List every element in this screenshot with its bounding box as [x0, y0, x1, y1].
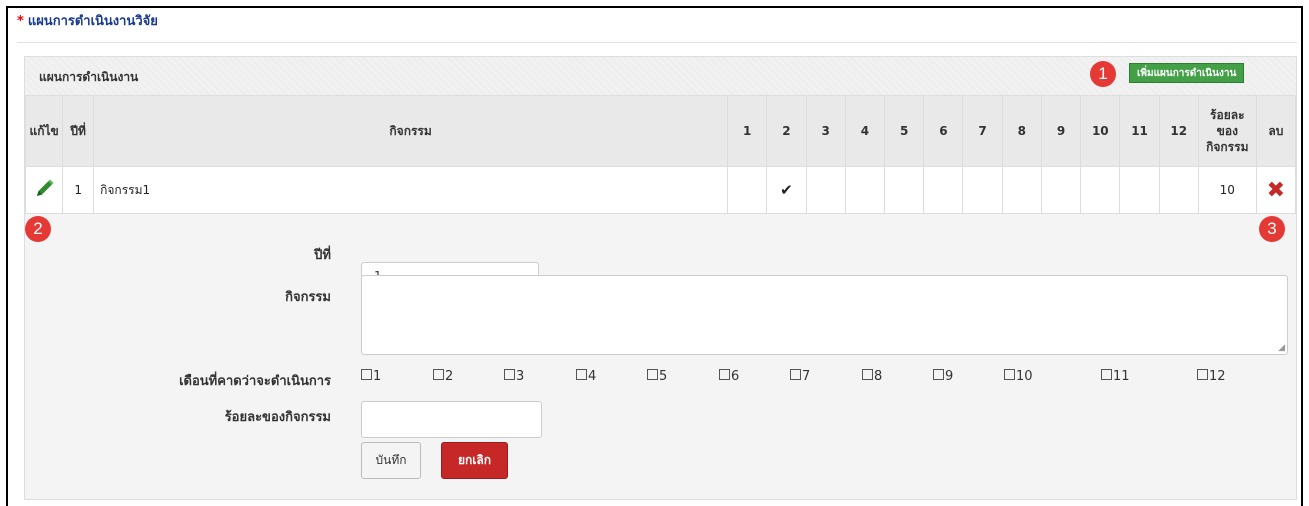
checkmark-icon: ✔	[780, 181, 793, 199]
month-checkbox-label: 11	[1113, 369, 1130, 384]
header-month-2: 2	[766, 95, 807, 167]
section-title-text: แผนการดำเนินงานวิจัย	[27, 14, 158, 29]
cell-month-9	[1040, 166, 1082, 214]
cell-month-8	[1001, 166, 1042, 214]
month-checkbox-label: 9	[945, 369, 954, 384]
header-percent-line2: ของ	[1216, 124, 1238, 138]
percent-input[interactable]	[361, 401, 542, 438]
cell-year: 1	[62, 166, 95, 214]
month-checkbox-6[interactable]: 6	[719, 369, 739, 384]
header-percent-line1: ร้อยละ	[1210, 108, 1245, 122]
header-month-12: 12	[1158, 95, 1199, 167]
plan-panel: แผนการดำเนินงาน เพิ่มแผนการดำเนินงาน แก้…	[24, 56, 1297, 500]
month-checkbox-2[interactable]: 2	[433, 369, 453, 384]
callout-marker-1: 1	[1090, 61, 1116, 87]
month-checkbox-label: 4	[588, 369, 597, 384]
header-delete: ลบ	[1255, 95, 1297, 167]
month-checkbox-label: 2	[445, 369, 454, 384]
checkbox-icon[interactable]	[433, 369, 444, 380]
header-month-9: 9	[1040, 95, 1082, 167]
resize-handle-icon[interactable]: ◢	[1278, 343, 1285, 353]
callout-marker-3: 3	[1259, 216, 1285, 242]
header-month-5: 5	[884, 95, 925, 167]
month-checkbox-9[interactable]: 9	[933, 369, 953, 384]
month-checkbox-5[interactable]: 5	[647, 369, 667, 384]
cell-percent: 10	[1197, 166, 1257, 214]
cell-activity: กิจกรรม1	[93, 166, 729, 214]
plan-table: แก้ไข ปีที่ กิจกรรม 1 2 3 4 5 6 7 8 9 10…	[24, 95, 1297, 214]
header-month-10: 10	[1080, 95, 1121, 167]
month-checkbox-11[interactable]: 11	[1101, 369, 1130, 384]
month-checkbox-label: 7	[802, 369, 811, 384]
checkbox-icon[interactable]	[790, 369, 801, 380]
header-month-8: 8	[1001, 95, 1042, 167]
header-month-4: 4	[844, 95, 886, 167]
cell-month-6	[923, 166, 964, 214]
title-divider	[17, 42, 1297, 43]
checkbox-icon[interactable]	[1101, 369, 1112, 380]
delete-cell[interactable]: ✖	[1255, 166, 1297, 214]
required-star: *	[17, 14, 24, 29]
year-label: ปีที่	[314, 248, 331, 263]
checkbox-icon[interactable]	[862, 369, 873, 380]
table-header-row: แก้ไข ปีที่ กิจกรรม 1 2 3 4 5 6 7 8 9 10…	[24, 95, 1297, 167]
cell-month-5	[884, 166, 925, 214]
month-checkbox-10[interactable]: 10	[1004, 369, 1033, 384]
checkbox-icon[interactable]	[719, 369, 730, 380]
cell-month-1	[727, 166, 768, 214]
cell-month-11	[1119, 166, 1160, 214]
checkbox-icon[interactable]	[933, 369, 944, 380]
header-month-7: 7	[962, 95, 1003, 167]
add-plan-button[interactable]: เพิ่มแผนการดำเนินงาน	[1129, 63, 1245, 83]
month-checkbox-7[interactable]: 7	[790, 369, 810, 384]
activity-label: กิจกรรม	[285, 290, 331, 305]
header-activity: กิจกรรม	[93, 95, 729, 167]
callout-marker-2: 2	[25, 216, 51, 242]
header-month-11: 11	[1119, 95, 1160, 167]
activity-textarea[interactable]: ◢	[361, 275, 1288, 355]
months-label: เดือนที่คาดว่าจะดำเนินการ	[179, 374, 331, 389]
cell-month-3	[805, 166, 846, 214]
table-row: 1 กิจกรรม1 ✔ 10 ✖	[24, 166, 1297, 214]
month-checkbox-label: 10	[1016, 369, 1033, 384]
month-checkbox-4[interactable]: 4	[576, 369, 596, 384]
month-checkbox-label: 6	[731, 369, 740, 384]
checkbox-icon[interactable]	[576, 369, 587, 380]
month-checkbox-label: 12	[1209, 369, 1226, 384]
edit-cell[interactable]	[24, 166, 64, 214]
month-checkbox-8[interactable]: 8	[862, 369, 882, 384]
pencil-icon[interactable]	[33, 178, 55, 203]
month-checkbox-label: 1	[373, 369, 382, 384]
month-checkbox-1[interactable]: 1	[361, 369, 381, 384]
save-button[interactable]: บันทึก	[361, 442, 421, 479]
checkbox-icon[interactable]	[647, 369, 658, 380]
section-title: * แผนการดำเนินงานวิจัย	[17, 10, 158, 31]
checkbox-icon[interactable]	[1197, 369, 1208, 380]
header-month-6: 6	[923, 95, 964, 167]
month-checkbox-3[interactable]: 3	[504, 369, 524, 384]
cell-month-12	[1158, 166, 1199, 214]
checkbox-icon[interactable]	[361, 369, 372, 380]
checkbox-icon[interactable]	[504, 369, 515, 380]
month-checkbox-label: 3	[516, 369, 525, 384]
cell-month-10	[1080, 166, 1121, 214]
panel-title: แผนการดำเนินงาน	[39, 70, 139, 84]
header-month-1: 1	[727, 95, 768, 167]
month-checkbox-12[interactable]: 12	[1197, 369, 1226, 384]
cell-month-7	[962, 166, 1003, 214]
month-checkbox-label: 5	[659, 369, 668, 384]
header-percent: ร้อยละ ของ กิจกรรม	[1197, 95, 1257, 167]
month-checkbox-label: 8	[874, 369, 883, 384]
close-icon[interactable]: ✖	[1267, 178, 1285, 203]
cancel-button[interactable]: ยกเลิก	[441, 442, 508, 479]
header-month-3: 3	[805, 95, 846, 167]
header-year: ปีที่	[62, 95, 95, 167]
cell-month-4	[844, 166, 886, 214]
header-edit: แก้ไข	[24, 95, 64, 167]
cell-month-2: ✔	[766, 166, 807, 214]
checkbox-icon[interactable]	[1004, 369, 1015, 380]
percent-label: ร้อยละของกิจกรรม	[224, 410, 331, 425]
header-percent-line3: กิจกรรม	[1206, 140, 1249, 154]
